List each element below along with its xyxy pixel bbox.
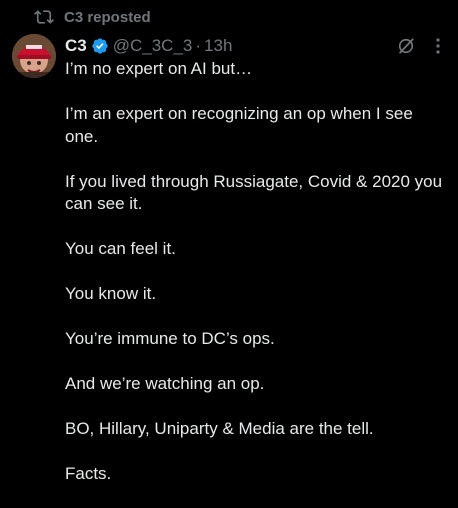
post-paragraph: If you lived through Russiagate, Covid &… xyxy=(65,171,443,214)
post-paragraph: And we’re watching an op. xyxy=(65,374,265,393)
post-paragraph: You know it. xyxy=(65,284,157,303)
display-name[interactable]: C3 xyxy=(65,36,87,56)
more-options-icon[interactable] xyxy=(430,36,446,56)
separator-dot: · xyxy=(195,36,202,55)
post-paragraph: I’m no expert on AI but… xyxy=(65,59,253,78)
avatar[interactable] xyxy=(12,34,56,78)
post-paragraph: I’m an expert on recognizing an op when … xyxy=(65,104,413,146)
post-paragraph: You’re immune to DC’s ops. xyxy=(65,329,275,348)
post-paragraph: You can feel it. xyxy=(65,239,176,258)
repost-indicator[interactable]: C3 reposted xyxy=(34,6,151,28)
post-paragraph: BO, Hillary, Uniparty & Media are the te… xyxy=(65,419,374,438)
user-handle[interactable]: @C_3C_3 xyxy=(113,36,193,56)
repost-label: C3 reposted xyxy=(64,8,151,26)
post-header: C3 @C_3C_3 · 13h xyxy=(65,34,232,58)
grok-icon[interactable] xyxy=(396,36,416,56)
post-paragraph: Facts. xyxy=(65,464,112,483)
avatar-image xyxy=(12,34,56,78)
post-timestamp[interactable]: 13h xyxy=(204,36,232,56)
verified-badge-icon[interactable] xyxy=(91,37,109,55)
repost-icon xyxy=(34,10,54,24)
post-actions xyxy=(396,36,446,56)
post-text: I’m no expert on AI but… I’m an expert o… xyxy=(65,58,445,508)
